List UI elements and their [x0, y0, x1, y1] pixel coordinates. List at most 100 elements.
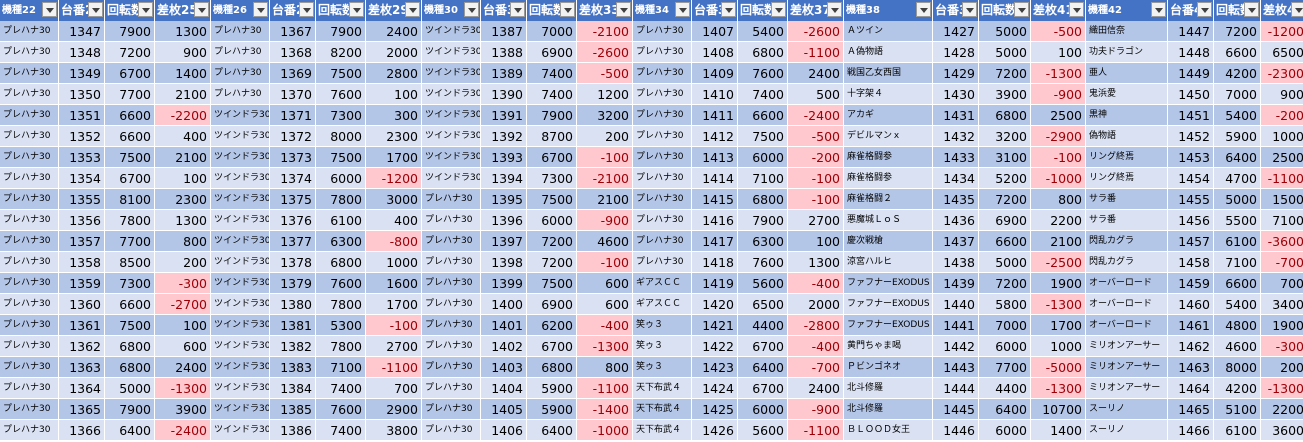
cell-diff[interactable]: 2900 — [366, 399, 422, 420]
cell-machine-number[interactable]: 1407 — [692, 21, 738, 42]
cell-diff[interactable]: -2100 — [577, 21, 633, 42]
cell-machine-number[interactable]: 1382 — [270, 336, 316, 357]
cell-spins[interactable]: 7300 — [527, 168, 577, 189]
cell-machine-number[interactable]: 1414 — [692, 168, 738, 189]
cell-machine-number[interactable]: 1455 — [1168, 189, 1214, 210]
cell-diff[interactable]: -900 — [577, 210, 633, 231]
cell-model[interactable]: デビルマンｘ — [844, 126, 933, 147]
cell-machine-number[interactable]: 1368 — [270, 42, 316, 63]
cell-diff[interactable]: 2700 — [366, 336, 422, 357]
cell-spins[interactable]: 8500 — [105, 252, 155, 273]
cell-model[interactable]: ツインドラ30 — [422, 105, 481, 126]
cell-diff[interactable]: 100 — [155, 168, 211, 189]
cell-machine-number[interactable]: 1425 — [692, 399, 738, 420]
cell-spins[interactable]: 4400 — [738, 315, 788, 336]
cell-model[interactable]: 閃乱カグラ — [1086, 252, 1168, 273]
cell-spins[interactable]: 7100 — [738, 168, 788, 189]
cell-spins[interactable]: 3200 — [979, 126, 1031, 147]
cell-model[interactable]: プレハナ30 — [0, 168, 59, 189]
cell-machine-number[interactable]: 1441 — [933, 315, 979, 336]
cell-machine-number[interactable]: 1437 — [933, 231, 979, 252]
cell-diff[interactable]: -100 — [366, 315, 422, 336]
filter-dropdown-icon[interactable] — [962, 2, 977, 17]
cell-diff[interactable]: 10700 — [1031, 399, 1086, 420]
cell-machine-number[interactable]: 1428 — [933, 42, 979, 63]
cell-spins[interactable]: 4700 — [1214, 168, 1261, 189]
cell-model[interactable]: ミリオンアーサー — [1086, 357, 1168, 378]
cell-machine-number[interactable]: 1442 — [933, 336, 979, 357]
cell-diff[interactable]: -2800 — [788, 315, 844, 336]
cell-machine-number[interactable]: 1415 — [692, 189, 738, 210]
cell-model[interactable]: 麻雀格闘参 — [844, 168, 933, 189]
cell-diff[interactable]: 7100 — [1261, 210, 1303, 231]
cell-model[interactable]: プレハナ30 — [633, 231, 692, 252]
cell-model[interactable]: プレハナ30 — [0, 189, 59, 210]
cell-diff[interactable]: 100 — [155, 315, 211, 336]
cell-spins[interactable]: 6900 — [527, 42, 577, 63]
cell-diff[interactable]: 1700 — [1031, 315, 1086, 336]
cell-spins[interactable]: 5900 — [1214, 126, 1261, 147]
cell-machine-number[interactable]: 1372 — [270, 126, 316, 147]
filter-dropdown-icon[interactable] — [1151, 2, 1166, 17]
cell-diff[interactable]: 2400 — [788, 378, 844, 399]
column-header-machine-number[interactable]: 台番3 — [933, 0, 979, 21]
cell-spins[interactable]: 7400 — [527, 63, 577, 84]
column-header-machine-number[interactable]: 台番3 — [692, 0, 738, 21]
cell-spins[interactable]: 6400 — [1214, 147, 1261, 168]
cell-machine-number[interactable]: 1448 — [1168, 42, 1214, 63]
column-header-machine-number[interactable]: 台番2 — [270, 0, 316, 21]
cell-spins[interactable]: 6700 — [527, 336, 577, 357]
cell-machine-number[interactable]: 1413 — [692, 147, 738, 168]
cell-spins[interactable]: 6600 — [1214, 42, 1261, 63]
cell-machine-number[interactable]: 1433 — [933, 147, 979, 168]
cell-spins[interactable]: 7700 — [105, 84, 155, 105]
cell-diff[interactable]: 1400 — [155, 63, 211, 84]
cell-model[interactable]: 黒神 — [1086, 105, 1168, 126]
cell-spins[interactable]: 6300 — [316, 231, 366, 252]
cell-spins[interactable]: 7300 — [105, 273, 155, 294]
cell-spins[interactable]: 5100 — [1214, 399, 1261, 420]
cell-diff[interactable]: 1400 — [1031, 420, 1086, 441]
cell-machine-number[interactable]: 1449 — [1168, 63, 1214, 84]
cell-spins[interactable]: 6100 — [316, 210, 366, 231]
cell-diff[interactable]: -2600 — [577, 42, 633, 63]
cell-diff[interactable]: 1900 — [1261, 315, 1303, 336]
cell-model[interactable]: ツインドラ30 — [211, 210, 270, 231]
column-header-diff[interactable]: 差枚33 — [577, 0, 633, 21]
cell-spins[interactable]: 6400 — [979, 399, 1031, 420]
cell-spins[interactable]: 7700 — [979, 357, 1031, 378]
cell-spins[interactable]: 7500 — [527, 273, 577, 294]
cell-spins[interactable]: 6300 — [738, 231, 788, 252]
cell-spins[interactable]: 7600 — [738, 63, 788, 84]
cell-spins[interactable]: 7200 — [105, 42, 155, 63]
cell-model[interactable]: Ａツイン — [844, 21, 933, 42]
cell-spins[interactable]: 6800 — [105, 336, 155, 357]
cell-machine-number[interactable]: 1354 — [59, 168, 105, 189]
cell-machine-number[interactable]: 1429 — [933, 63, 979, 84]
cell-spins[interactable]: 6800 — [316, 252, 366, 273]
column-header-model[interactable]: 機種38 — [844, 0, 933, 21]
cell-spins[interactable]: 6400 — [738, 357, 788, 378]
cell-diff[interactable]: 4600 — [577, 231, 633, 252]
cell-model[interactable]: 織田信奈 — [1086, 21, 1168, 42]
cell-diff[interactable]: 2100 — [577, 189, 633, 210]
cell-diff[interactable]: 800 — [1031, 189, 1086, 210]
cell-machine-number[interactable]: 1438 — [933, 252, 979, 273]
filter-dropdown-icon[interactable] — [464, 2, 479, 17]
cell-diff[interactable]: 400 — [366, 210, 422, 231]
cell-spins[interactable]: 7800 — [316, 336, 366, 357]
cell-model[interactable]: ツインドラ30 — [211, 378, 270, 399]
cell-machine-number[interactable]: 1443 — [933, 357, 979, 378]
cell-diff[interactable]: 2300 — [366, 126, 422, 147]
cell-diff[interactable]: -100 — [577, 147, 633, 168]
cell-model[interactable]: ツインドラ30 — [211, 252, 270, 273]
cell-model[interactable]: プレハナ30 — [0, 252, 59, 273]
cell-diff[interactable]: -800 — [366, 231, 422, 252]
filter-dropdown-icon[interactable] — [1014, 2, 1029, 17]
cell-model[interactable]: ツインドラ30 — [211, 147, 270, 168]
cell-spins[interactable]: 6400 — [105, 420, 155, 441]
cell-spins[interactable]: 6600 — [738, 105, 788, 126]
column-header-model[interactable]: 機種22 — [0, 0, 59, 21]
cell-diff[interactable]: -100 — [788, 189, 844, 210]
cell-machine-number[interactable]: 1408 — [692, 42, 738, 63]
